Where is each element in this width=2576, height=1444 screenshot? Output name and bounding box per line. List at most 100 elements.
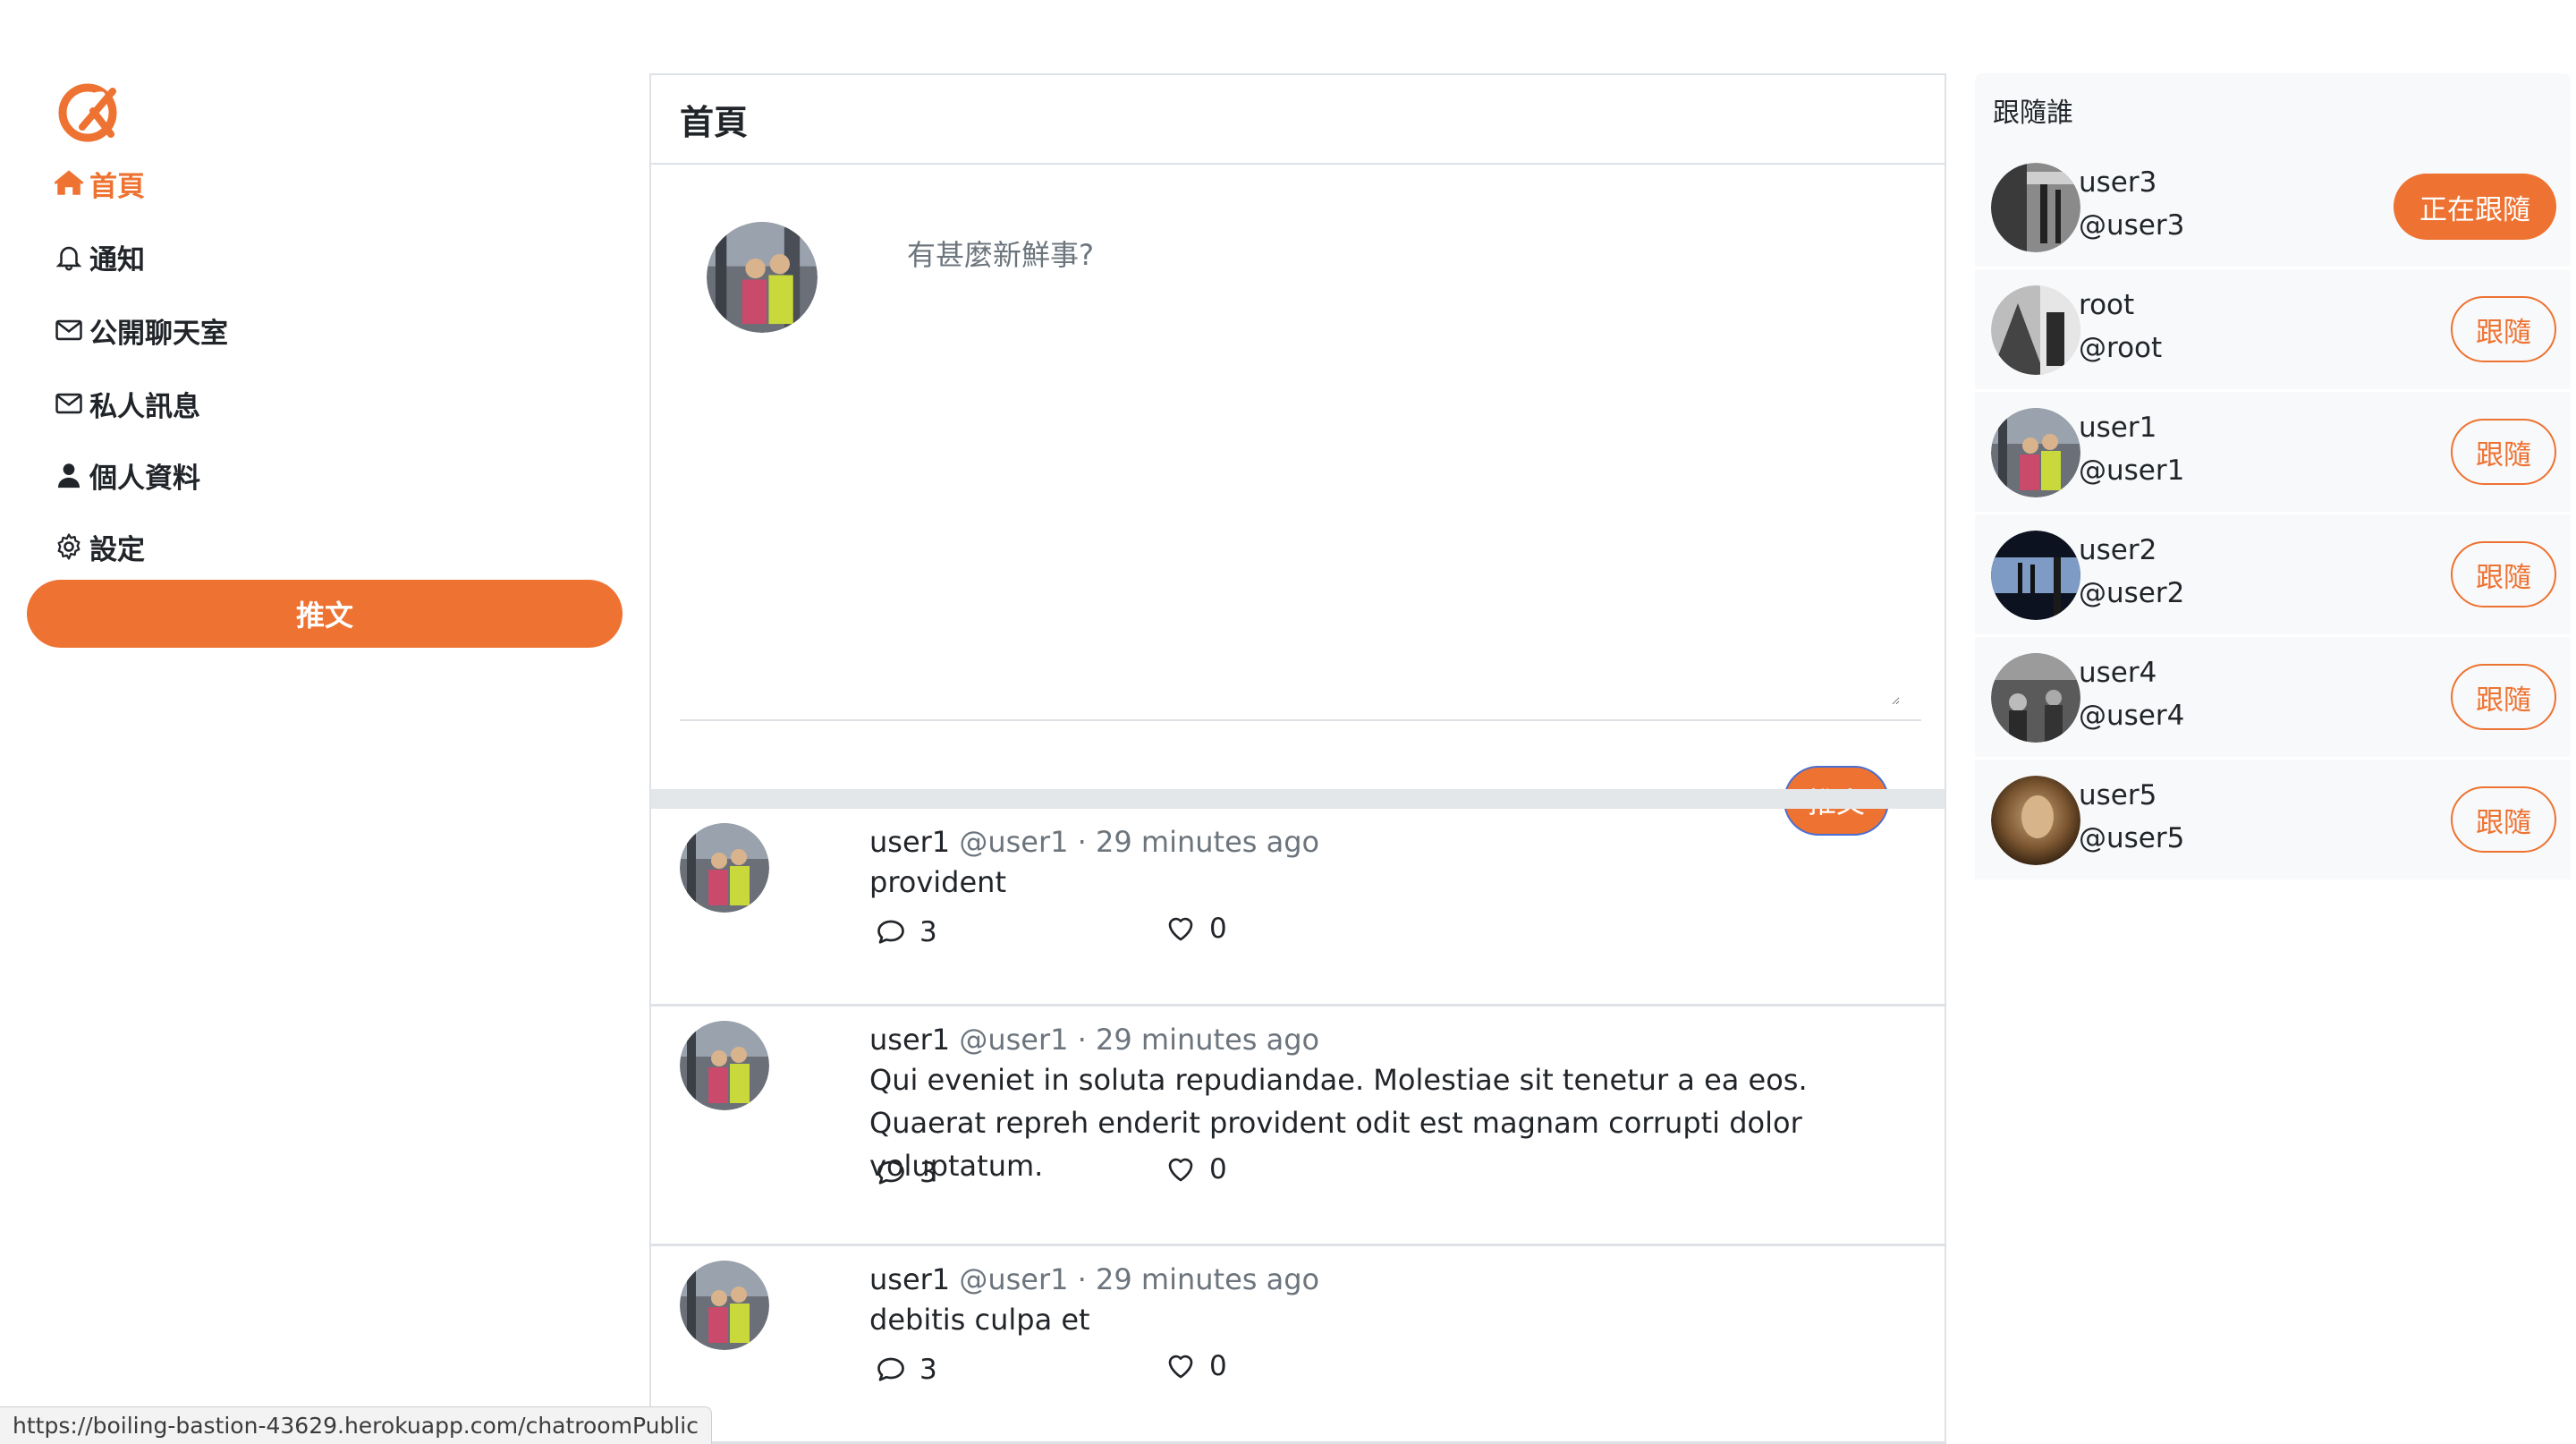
tweet-author-handle: @user1: [959, 1023, 1069, 1057]
nav-home[interactable]: 首頁: [54, 161, 145, 206]
sidebar-tweet-button[interactable]: 推文: [27, 580, 623, 648]
home-icon: [54, 170, 84, 195]
current-user-avatar: [707, 222, 818, 333]
user-name[interactable]: user3: [2079, 166, 2157, 199]
main-column: 首頁 推文 user1 @user1: [649, 73, 1946, 1444]
follow-suggestion: user5 @user5 跟隨: [1975, 760, 2571, 882]
tweet-item[interactable]: user1 @user1 · 29 minutes ago provident …: [651, 809, 1945, 1007]
tweet-author-handle: @user1: [959, 825, 1069, 859]
user-name[interactable]: user5: [2079, 779, 2157, 811]
tweet-time: · 29 minutes ago: [1077, 1262, 1320, 1296]
follow-button[interactable]: 跟隨: [2451, 296, 2556, 362]
user-name[interactable]: user4: [2079, 657, 2157, 689]
heart-icon: [1168, 917, 1193, 941]
comment-icon: [877, 1357, 904, 1381]
tweet-meta: user1 @user1 · 29 minutes ago: [869, 1023, 1319, 1057]
nav-private-messages-label: 私人訊息: [89, 390, 200, 423]
envelope-icon: [55, 393, 82, 414]
bell-icon: [55, 246, 82, 271]
nav-profile[interactable]: 個人資料: [54, 453, 200, 497]
user-handle: @user1: [2079, 454, 2185, 487]
nav-notifications-label: 通知: [89, 243, 145, 276]
follow-button[interactable]: 跟隨: [2451, 419, 2556, 485]
tweet-composer: 推文: [651, 165, 1945, 836]
tweet-avatar[interactable]: [680, 1021, 769, 1110]
like-button[interactable]: 0: [1165, 1153, 1227, 1185]
user-handle: @root: [2079, 332, 2163, 364]
reply-count: 3: [919, 916, 937, 948]
user-avatar[interactable]: [1991, 776, 2080, 865]
like-count: 0: [1209, 913, 1227, 945]
tweet-item[interactable]: user1 @user1 · 29 minutes ago debitis cu…: [651, 1246, 1945, 1444]
who-to-follow-panel: 跟隨誰 user3 @user3 正在跟隨 root @root 跟隨 user…: [1975, 73, 2571, 882]
tweet-avatar[interactable]: [680, 823, 769, 913]
nav-home-label: 首頁: [89, 170, 145, 203]
tweet-author-name[interactable]: user1: [869, 1023, 950, 1057]
follow-button[interactable]: 跟隨: [2451, 664, 2556, 730]
link-status-bar: https://boiling-bastion-43629.herokuapp.…: [0, 1406, 712, 1444]
user-avatar[interactable]: [1991, 163, 2080, 252]
like-count: 0: [1209, 1153, 1227, 1185]
tweet-author-name[interactable]: user1: [869, 825, 950, 859]
follow-button[interactable]: 跟隨: [2451, 541, 2556, 607]
main-header: 首頁: [651, 75, 1945, 165]
nav-settings-label: 設定: [89, 533, 145, 566]
left-sidebar: 首頁 通知 公開聊天室 私人訊息 個人資料 設定 推文: [0, 0, 644, 1444]
user-name[interactable]: user1: [2079, 412, 2157, 444]
user-avatar[interactable]: [1991, 408, 2080, 497]
tweet-input[interactable]: [907, 209, 1900, 705]
heart-icon: [1168, 1355, 1193, 1379]
brand-logo-icon[interactable]: [57, 79, 122, 143]
reply-count: 3: [919, 1157, 937, 1189]
tweet-item[interactable]: user1 @user1 · 29 minutes ago Qui evenie…: [651, 1007, 1945, 1246]
nav-public-chatroom-label: 公開聊天室: [89, 317, 228, 350]
who-to-follow-title: 跟隨誰: [1975, 73, 2571, 147]
follow-suggestion: user3 @user3 正在跟隨: [1975, 147, 2571, 269]
user-avatar[interactable]: [1991, 531, 2080, 620]
heart-icon: [1168, 1158, 1193, 1182]
user-name[interactable]: root: [2079, 289, 2134, 321]
reply-button[interactable]: 3: [875, 1354, 937, 1386]
follow-button[interactable]: 跟隨: [2451, 786, 2556, 853]
tweet-meta: user1 @user1 · 29 minutes ago: [869, 825, 1319, 859]
follow-suggestion: user1 @user1 跟隨: [1975, 392, 2571, 514]
user-avatar[interactable]: [1991, 653, 2080, 743]
tweet-author-name[interactable]: user1: [869, 1262, 950, 1296]
like-button[interactable]: 0: [1165, 1350, 1227, 1382]
follow-suggestion: user4 @user4 跟隨: [1975, 637, 2571, 760]
reply-count: 3: [919, 1354, 937, 1386]
follow-suggestion: root @root 跟隨: [1975, 269, 2571, 392]
following-button[interactable]: 正在跟隨: [2394, 174, 2556, 240]
like-count: 0: [1209, 1350, 1227, 1382]
user-handle: @user2: [2079, 577, 2185, 609]
comment-icon: [877, 920, 904, 944]
user-avatar[interactable]: [1991, 285, 2080, 375]
user-handle: @user5: [2079, 822, 2185, 854]
tweet-body[interactable]: provident: [869, 861, 1925, 904]
page-title: 首頁: [680, 102, 749, 142]
tweet-author-handle: @user1: [959, 1262, 1069, 1296]
tweet-time: · 29 minutes ago: [1077, 825, 1320, 859]
like-button[interactable]: 0: [1165, 913, 1227, 945]
nav-public-chatroom[interactable]: 公開聊天室: [54, 308, 228, 353]
follow-suggestion: user2 @user2 跟隨: [1975, 514, 2571, 637]
tweet-body[interactable]: debitis culpa et: [869, 1298, 1925, 1341]
nav-settings[interactable]: 設定: [54, 524, 145, 569]
tweet-time: · 29 minutes ago: [1077, 1023, 1320, 1057]
reply-button[interactable]: 3: [875, 1157, 937, 1189]
comment-icon: [877, 1160, 904, 1185]
user-icon: [57, 463, 80, 488]
nav-private-messages[interactable]: 私人訊息: [54, 381, 200, 426]
composer-divider: [680, 719, 1921, 721]
tweet-avatar[interactable]: [680, 1261, 769, 1350]
feed-separator: [651, 789, 1945, 809]
user-handle: @user3: [2079, 209, 2185, 242]
nav-notifications[interactable]: 通知: [54, 234, 145, 279]
user-handle: @user4: [2079, 700, 2185, 732]
reply-button[interactable]: 3: [875, 916, 937, 948]
tweet-meta: user1 @user1 · 29 minutes ago: [869, 1262, 1319, 1296]
tweet-body[interactable]: Qui eveniet in soluta repudiandae. Moles…: [869, 1058, 1925, 1187]
user-name[interactable]: user2: [2079, 534, 2157, 566]
envelope-icon: [55, 319, 82, 341]
gear-icon: [57, 533, 80, 560]
